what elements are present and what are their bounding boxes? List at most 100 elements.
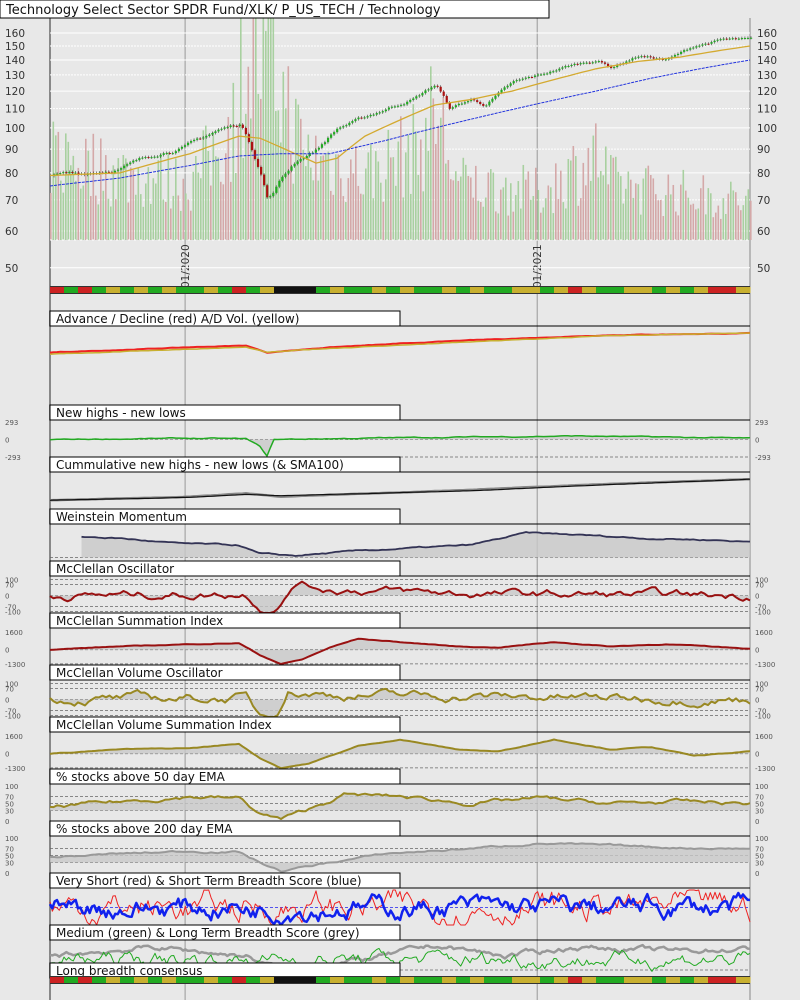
candle-body <box>208 134 211 137</box>
strip-segment <box>512 287 527 293</box>
strip-segment <box>232 287 247 293</box>
volume-bar <box>302 149 305 240</box>
volume-bar <box>450 179 452 240</box>
candle-body <box>740 38 744 40</box>
candle-body <box>345 125 348 127</box>
candle-body <box>366 116 369 118</box>
volume-bar <box>52 121 55 240</box>
strip-segment <box>610 287 625 293</box>
volume-bar <box>262 18 265 240</box>
volume-bar <box>297 104 300 240</box>
volume-bar <box>432 98 435 240</box>
volume-bar <box>532 195 535 240</box>
volume-bar <box>310 167 312 240</box>
strip-segment <box>498 287 513 293</box>
volume-bar <box>597 177 600 240</box>
volume-bar <box>707 188 710 240</box>
candle-body <box>485 105 488 107</box>
candle-body <box>676 53 680 55</box>
panel-axis-label-left: 0 <box>5 437 9 445</box>
strip-segment <box>554 287 569 293</box>
strip-segment <box>204 287 219 293</box>
price-tick-left: 50 <box>5 263 18 275</box>
volume-bar <box>692 203 695 240</box>
strip-segment <box>540 977 555 983</box>
candle-body <box>515 80 518 82</box>
price-tick-left: 90 <box>5 144 18 156</box>
volume-bar <box>485 197 487 240</box>
strip-segment <box>78 287 93 293</box>
volume-bar <box>460 176 462 240</box>
volume-bar <box>395 185 397 240</box>
candle-body <box>466 101 470 103</box>
volume-bar <box>500 189 502 240</box>
volume-bar <box>142 206 145 240</box>
candle-body <box>445 95 448 103</box>
candle-body <box>509 83 512 86</box>
volume-bar <box>657 200 660 240</box>
volume-bar <box>400 116 402 240</box>
volume-bar <box>552 213 555 240</box>
candle-body <box>597 61 601 63</box>
strip-segment <box>78 977 93 983</box>
panel-axis-label-left: 1600 <box>5 629 23 637</box>
price-tick-left: 160 <box>5 28 25 40</box>
strip-segment <box>596 977 611 983</box>
strip-segment <box>148 977 163 983</box>
volume-bar <box>725 213 727 240</box>
volume-bar <box>712 217 715 240</box>
candle-body <box>403 104 406 106</box>
candle-body <box>68 172 71 174</box>
volume-bar <box>292 183 295 240</box>
panel-title: Advance / Decline (red) A/D Vol. (yellow… <box>56 312 299 326</box>
candle-body <box>555 70 558 72</box>
candle-body <box>263 174 266 186</box>
volume-bar <box>677 215 680 240</box>
candle-body <box>439 86 442 92</box>
candle-body <box>400 104 403 106</box>
volume-bar <box>160 153 162 240</box>
volume-bar <box>687 197 690 240</box>
volume-bar <box>632 197 635 240</box>
volume-bar <box>300 118 302 240</box>
volume-bar <box>65 133 67 240</box>
panel-axis-label-right: 70 <box>755 685 764 693</box>
volume-bar <box>465 164 467 240</box>
candle-body <box>728 38 731 40</box>
volume-bar <box>172 195 175 240</box>
volume-bar <box>180 210 182 240</box>
volume-bar <box>480 201 482 240</box>
date-label: 01/2020 <box>180 244 192 288</box>
candle-body <box>159 154 162 157</box>
volume-bar <box>580 198 582 240</box>
volume-bar <box>322 155 325 240</box>
strip-segment <box>246 287 261 293</box>
volume-bar <box>635 183 637 240</box>
volume-bar <box>380 182 382 240</box>
volume-bar <box>745 195 747 240</box>
volume-bar <box>647 165 650 240</box>
strip-segment <box>568 977 583 983</box>
candle-body <box>725 38 728 40</box>
candle-body <box>226 127 229 129</box>
volume-bar <box>507 215 510 240</box>
volume-bar <box>412 104 415 241</box>
panel-title: Very Short (red) & Short Term Breadth Sc… <box>56 874 362 888</box>
volume-bar <box>120 170 122 240</box>
candle-body <box>424 90 427 94</box>
candle-body <box>750 37 753 39</box>
volume-bar <box>235 173 237 240</box>
candle-body <box>646 56 649 58</box>
candle-body <box>156 156 159 158</box>
volume-bar <box>202 130 205 240</box>
volume-bar <box>482 206 485 240</box>
panel-axis-label-left: 100 <box>5 783 18 791</box>
candle-body <box>552 71 555 73</box>
volume-bar <box>457 180 460 240</box>
volume-bar <box>667 174 670 240</box>
volume-bar <box>387 129 390 240</box>
volume-bar <box>662 216 665 240</box>
strip-segment <box>414 977 429 983</box>
candle-body <box>482 104 485 106</box>
panel-axis-label-right: 30 <box>755 860 764 868</box>
